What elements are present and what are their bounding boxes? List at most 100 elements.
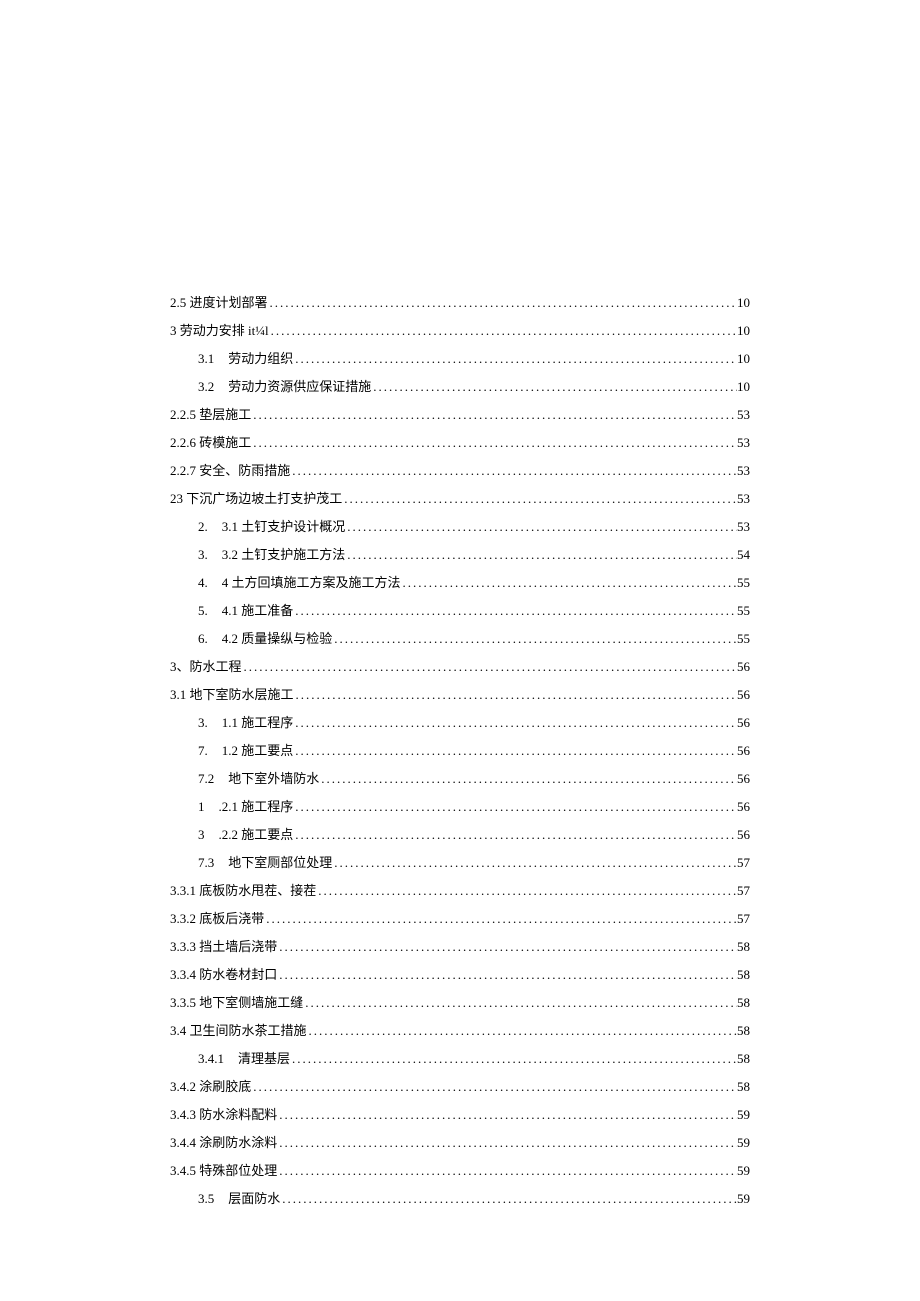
toc-page-number: 58 xyxy=(737,965,750,985)
toc-page-number: 56 xyxy=(737,797,750,817)
toc-page-number: 59 xyxy=(737,1133,750,1153)
toc-entry: 2.2.7 安全、防雨措施53 xyxy=(170,461,750,481)
toc-title: 3.4.3 防水涂料配料 xyxy=(170,1105,277,1125)
toc-page-number: 58 xyxy=(737,1021,750,1041)
toc-prefix: 3.5 xyxy=(170,1189,214,1209)
toc-leader-dots xyxy=(307,1021,737,1041)
toc-leader-dots xyxy=(251,405,737,425)
toc-page-number: 58 xyxy=(737,1077,750,1097)
toc-title: .2.1 施工程序 xyxy=(219,797,294,817)
toc-leader-dots xyxy=(269,321,737,341)
toc-entry: 5.4.1 施工准备55 xyxy=(170,601,750,621)
toc-leader-dots xyxy=(242,657,737,677)
toc-page-number: 53 xyxy=(737,405,750,425)
toc-page-number: 53 xyxy=(737,489,750,509)
table-of-contents: 2.5 进度计划部署103 劳动力安排 it¼l103.1劳动力组织103.2劳… xyxy=(170,293,750,1209)
toc-entry: 3、防水工程56 xyxy=(170,657,750,677)
toc-prefix: 4. xyxy=(170,573,208,593)
toc-leader-dots xyxy=(293,797,737,817)
toc-title: 4 土方回填施工方案及施工方法 xyxy=(222,573,401,593)
toc-title: 层面防水 xyxy=(228,1189,280,1209)
toc-leader-dots xyxy=(345,517,737,537)
toc-page-number: 56 xyxy=(737,713,750,733)
toc-entry: 3.2劳动力资源供应保证措施10 xyxy=(170,377,750,397)
toc-title: 地下室厕部位处理 xyxy=(228,853,332,873)
toc-title: 3.1 地下室防水层施工 xyxy=(170,685,294,705)
toc-title: 3.3.3 挡土墙后浇带 xyxy=(170,937,277,957)
toc-leader-dots xyxy=(277,965,737,985)
toc-leader-dots xyxy=(332,853,737,873)
toc-page-number: 57 xyxy=(737,853,750,873)
toc-title: 3、防水工程 xyxy=(170,657,242,677)
toc-page-number: 59 xyxy=(737,1189,750,1209)
toc-title: 劳动力资源供应保证措施 xyxy=(228,377,371,397)
toc-leader-dots xyxy=(251,433,737,453)
toc-page-number: 55 xyxy=(737,573,750,593)
toc-leader-dots xyxy=(293,349,737,369)
toc-title: 1.1 施工程序 xyxy=(222,713,294,733)
toc-entry: 3.2.2 施工要点56 xyxy=(170,825,750,845)
toc-page-number: 10 xyxy=(737,377,750,397)
toc-prefix: 5. xyxy=(170,601,208,621)
toc-entry: 1.2.1 施工程序56 xyxy=(170,797,750,817)
toc-title: 3.4.4 涂刷防水涂料 xyxy=(170,1133,277,1153)
toc-page-number: 57 xyxy=(737,881,750,901)
toc-title: 3.3.4 防水卷材封口 xyxy=(170,965,277,985)
toc-entry: 3.3.3 挡土墙后浇带58 xyxy=(170,937,750,957)
toc-leader-dots xyxy=(401,573,737,593)
toc-entry: 3.3.2 土钉支护施工方法54 xyxy=(170,545,750,565)
toc-title: 3.3.1 底板防水甩茬、接茬 xyxy=(170,881,316,901)
toc-page-number: 56 xyxy=(737,769,750,789)
toc-leader-dots xyxy=(293,741,737,761)
toc-entry: 3.1劳动力组织10 xyxy=(170,349,750,369)
toc-leader-dots xyxy=(293,825,737,845)
toc-title: 3.4.5 特殊部位处理 xyxy=(170,1161,277,1181)
toc-page-number: 59 xyxy=(737,1105,750,1125)
toc-prefix: 3 xyxy=(170,825,205,845)
toc-entry: 4. 4 土方回填施工方案及施工方法 55 xyxy=(170,573,750,593)
toc-entry: 2.3.1 土钉支护设计概况53 xyxy=(170,517,750,537)
toc-title: 4.2 质量操纵与检验 xyxy=(222,629,333,649)
toc-title: 3 劳动力安排 it¼l xyxy=(170,321,269,341)
toc-title: 3.4.2 涂刷胶底 xyxy=(170,1077,251,1097)
toc-entry: 2.5 进度计划部署10 xyxy=(170,293,750,313)
toc-page-number: 56 xyxy=(737,741,750,761)
toc-title: .2.2 施工要点 xyxy=(219,825,294,845)
toc-page-number: 10 xyxy=(737,293,750,313)
toc-entry: 3.5 层面防水 59 xyxy=(170,1189,750,1209)
toc-leader-dots xyxy=(293,713,737,733)
toc-entry: 3.4.3 防水涂料配料 59 xyxy=(170,1105,750,1125)
toc-page-number: 53 xyxy=(737,433,750,453)
toc-entry: 3 劳动力安排 it¼l10 xyxy=(170,321,750,341)
toc-prefix: 7. xyxy=(170,741,208,761)
toc-page-number: 57 xyxy=(737,909,750,929)
toc-leader-dots xyxy=(277,1161,737,1181)
toc-leader-dots xyxy=(268,293,737,313)
toc-leader-dots xyxy=(345,545,737,565)
toc-entry: 3.4.1清理基层58 xyxy=(170,1049,750,1069)
toc-page-number: 55 xyxy=(737,601,750,621)
toc-leader-dots xyxy=(290,461,737,481)
toc-page-number: 59 xyxy=(737,1161,750,1181)
toc-leader-dots xyxy=(277,1133,737,1153)
toc-leader-dots xyxy=(294,685,737,705)
toc-prefix: 3. xyxy=(170,545,208,565)
toc-prefix: 3.4.1 xyxy=(170,1049,224,1069)
toc-page-number: 10 xyxy=(737,349,750,369)
toc-title: 清理基层 xyxy=(238,1049,290,1069)
toc-prefix: 3. xyxy=(170,713,208,733)
toc-page-number: 58 xyxy=(737,993,750,1013)
toc-entry: 7.2地下室外墙防水56 xyxy=(170,769,750,789)
toc-prefix: 2. xyxy=(170,517,208,537)
toc-leader-dots xyxy=(277,937,737,957)
toc-leader-dots xyxy=(264,909,737,929)
toc-prefix: 7.3 xyxy=(170,853,214,873)
toc-leader-dots xyxy=(303,993,737,1013)
toc-leader-dots xyxy=(293,601,737,621)
toc-title: 2.2.5 垫层施工 xyxy=(170,405,251,425)
toc-leader-dots xyxy=(277,1105,737,1125)
toc-page-number: 53 xyxy=(737,461,750,481)
toc-title: 3.3.5 地下室侧墙施工缝 xyxy=(170,993,303,1013)
toc-leader-dots xyxy=(342,489,737,509)
toc-leader-dots xyxy=(280,1189,737,1209)
